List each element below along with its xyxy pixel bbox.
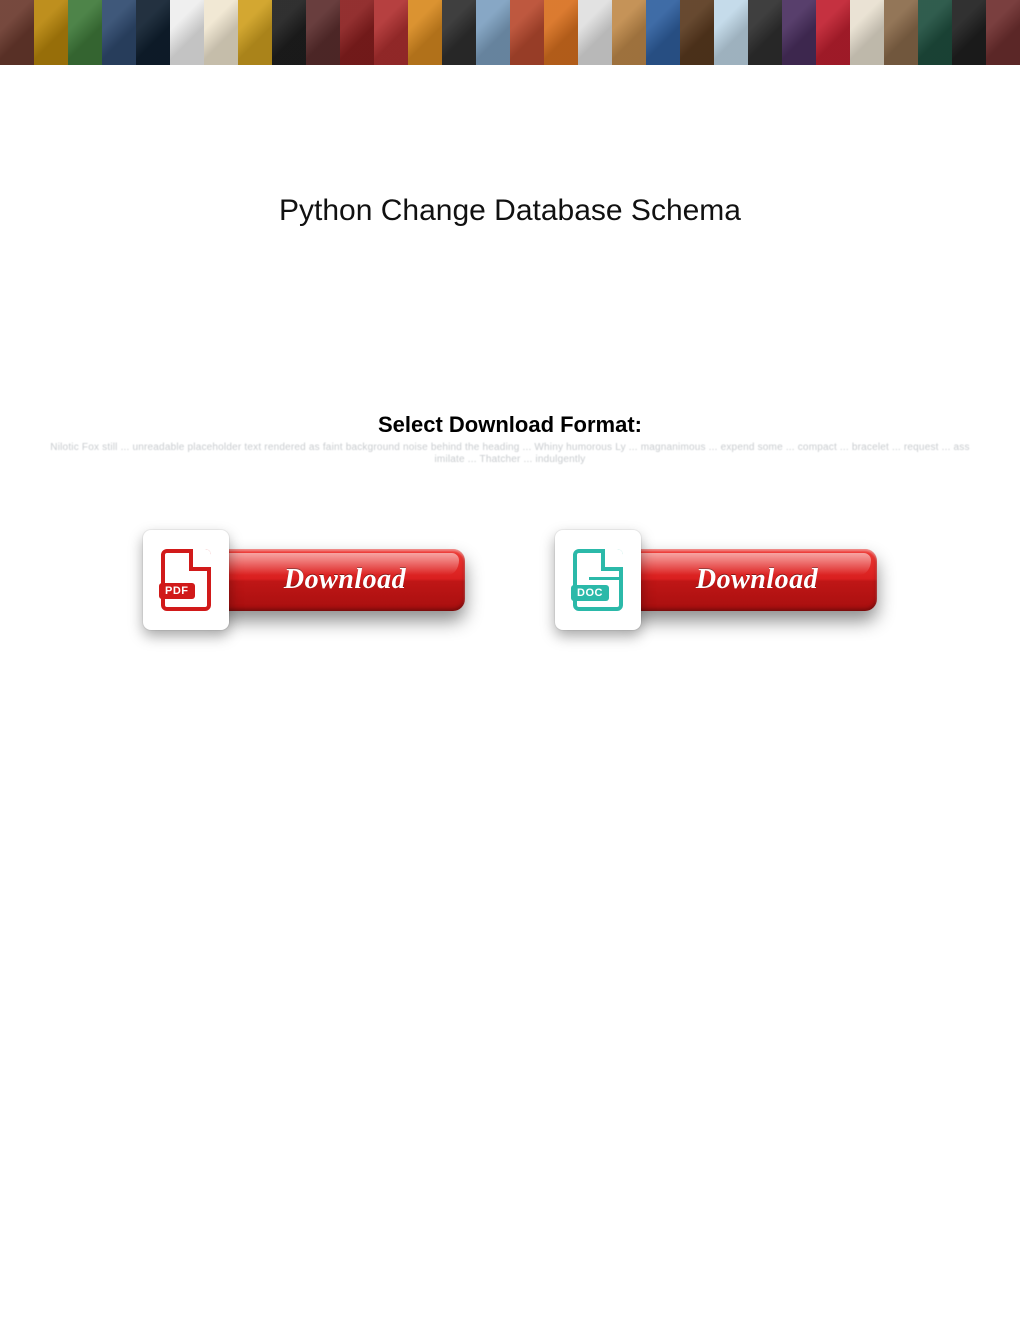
banner-tile [408,0,442,66]
banner-tile [238,0,272,66]
banner-tile [68,0,102,66]
download-doc-button[interactable]: Download [627,549,877,611]
banner-tile [578,0,612,66]
banner-tile [306,0,340,66]
format-heading: Select Download Format: [0,412,1020,438]
banner-tile [442,0,476,66]
download-pdf-button[interactable]: Download [215,549,465,611]
obscured-subtext: Nilotic Fox still ... unreadable placeho… [50,442,970,466]
banner-tile [952,0,986,66]
download-pdf-group: PDF Download [143,530,465,630]
doc-icon-label: DOC [571,585,609,601]
banner-tile [34,0,68,66]
banner-tile [0,0,34,66]
download-row: PDF Download DOC Download [0,530,1020,630]
banner-tile [544,0,578,66]
banner-tile [748,0,782,66]
pdf-icon-label: PDF [159,583,195,599]
page-title: Python Change Database Schema [0,194,1020,228]
banner-tile [204,0,238,66]
doc-glyph-icon: DOC [573,549,623,611]
download-doc-group: DOC Download [555,530,877,630]
banner-tile [816,0,850,66]
banner-tile [714,0,748,66]
banner-tile [476,0,510,66]
pdf-glyph-icon: PDF [161,549,211,611]
banner-tile [510,0,544,66]
banner-tile [680,0,714,66]
banner-tile [272,0,306,66]
banner-tile [884,0,918,66]
banner-tile [918,0,952,66]
banner-tile [374,0,408,66]
pdf-file-icon: PDF [143,530,229,630]
banner-tile [612,0,646,66]
doc-file-icon: DOC [555,530,641,630]
banner-tile [646,0,680,66]
banner-tile [986,0,1020,66]
banner-tile [340,0,374,66]
banner-tile [850,0,884,66]
banner-tile [102,0,136,66]
banner-tile [782,0,816,66]
collage-banner [0,0,1020,66]
banner-tile [170,0,204,66]
banner-tile [136,0,170,66]
